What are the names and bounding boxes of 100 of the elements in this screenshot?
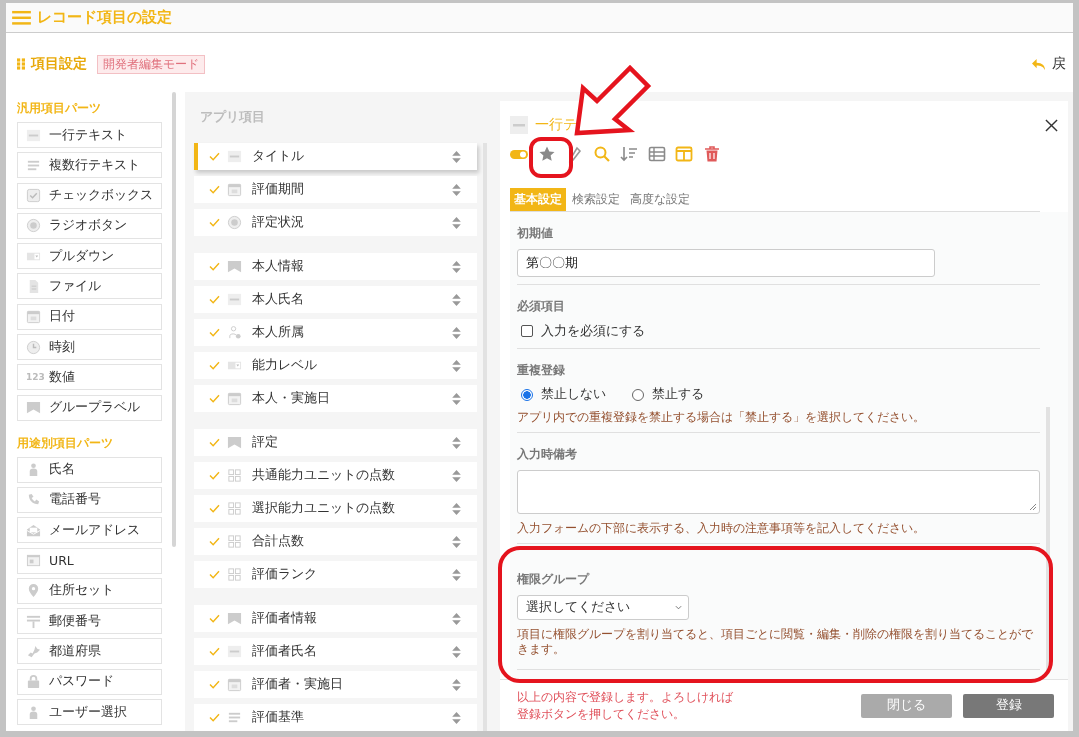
text-area[interactable] — [517, 470, 1040, 514]
sort-icon[interactable] — [620, 145, 638, 163]
check-icon — [209, 471, 220, 480]
field-item[interactable]: タイトル — [194, 143, 477, 170]
text-input[interactable]: 第〇〇期 — [517, 249, 935, 277]
postal-mark-icon — [26, 613, 41, 629]
sort-handle-icon[interactable] — [452, 150, 461, 163]
radio-icon — [227, 215, 242, 230]
bookmark-icon — [227, 435, 242, 450]
palette-item[interactable]: 複数行テキスト — [17, 152, 162, 179]
envelope-icon — [26, 522, 41, 538]
field-name: 能力レベル — [252, 357, 318, 374]
palette-item[interactable]: グループラベル — [17, 394, 162, 421]
palette-item[interactable]: チェックボックス — [17, 182, 162, 209]
sort-handle-icon[interactable] — [452, 293, 461, 306]
sort-handle-icon[interactable] — [452, 392, 461, 405]
tab[interactable]: 高度な設定 — [626, 188, 694, 211]
grip-icon — [17, 58, 25, 70]
back-button[interactable]: 戻 — [1031, 55, 1073, 73]
trash-icon[interactable] — [702, 145, 721, 163]
pin-icon — [26, 583, 41, 599]
field-name: 評定状況 — [252, 214, 305, 231]
field-item[interactable]: 共通能力ユニットの点数 — [194, 462, 477, 489]
scrollbar[interactable] — [1046, 407, 1050, 671]
palette-item[interactable]: URL — [17, 547, 162, 574]
mode-badge: 開発者編集モード — [97, 54, 205, 74]
field-item[interactable]: 評価ランク — [194, 561, 477, 588]
grid-icon — [227, 534, 242, 549]
register-button[interactable]: 登録 — [963, 693, 1054, 718]
field-item[interactable]: 評価者氏名 — [194, 638, 477, 665]
sort-handle-icon[interactable] — [452, 359, 461, 372]
checkbox[interactable] — [521, 325, 533, 337]
lock-icon — [26, 674, 41, 690]
sort-handle-icon[interactable] — [452, 535, 461, 548]
check-icon — [209, 361, 220, 370]
palette-item[interactable]: ラジオボタン — [17, 212, 162, 239]
field-item[interactable]: 本人情報 — [194, 253, 477, 280]
field-item[interactable]: 評価者・実施日 — [194, 671, 477, 698]
checkbox-label: 入力を必須にする — [541, 322, 645, 340]
field-item[interactable]: 評価者情報 — [194, 605, 477, 632]
palette-item[interactable]: メールアドレス — [17, 517, 162, 544]
panel-title: アプリ項目 — [199, 108, 266, 126]
palette-item[interactable]: ファイル — [17, 273, 162, 300]
sort-handle-icon[interactable] — [452, 612, 461, 625]
field-item[interactable]: 合計点数 — [194, 528, 477, 555]
tab[interactable]: 検索設定 — [568, 188, 624, 211]
palette-item[interactable]: 電話番号 — [17, 486, 162, 513]
sort-handle-icon[interactable] — [452, 436, 461, 449]
scrollbar[interactable] — [172, 92, 176, 547]
palette-item[interactable]: 一行テキスト — [17, 122, 162, 148]
sort-handle-icon[interactable] — [452, 469, 461, 482]
radio-button[interactable] — [521, 388, 533, 401]
palette-item[interactable]: 郵便番号 — [17, 608, 162, 635]
palette-item[interactable]: 日付 — [17, 303, 162, 330]
palette-heading: 汎用項目パーツ — [17, 100, 102, 117]
sort-handle-icon[interactable] — [452, 568, 461, 581]
calendar-icon — [227, 677, 242, 692]
sort-handle-icon[interactable] — [452, 502, 461, 515]
check-icon — [209, 328, 220, 337]
sort-handle-icon[interactable] — [452, 711, 461, 724]
palette-item[interactable]: 都道府県 — [17, 638, 162, 665]
sort-handle-icon[interactable] — [452, 183, 461, 196]
columns-icon[interactable] — [675, 145, 693, 163]
sort-handle-icon[interactable] — [452, 645, 461, 658]
menu-icon[interactable] — [12, 10, 31, 25]
field-item[interactable]: 本人所属 — [194, 319, 477, 346]
field-item[interactable]: 評定 — [194, 429, 477, 456]
palette-item[interactable]: 時刻 — [17, 334, 162, 361]
check-icon — [209, 438, 220, 447]
select-dropdown[interactable]: 選択してください — [517, 595, 689, 620]
dash-icon — [227, 644, 242, 659]
palette-item[interactable]: 住所セット — [17, 577, 162, 604]
list-icon[interactable] — [647, 145, 666, 163]
sort-handle-icon[interactable] — [452, 260, 461, 273]
sort-handle-icon[interactable] — [452, 326, 461, 339]
field-item[interactable]: 本人氏名 — [194, 286, 477, 313]
radio-button[interactable] — [632, 388, 644, 401]
sort-handle-icon[interactable] — [452, 678, 461, 691]
close-icon[interactable] — [1045, 118, 1058, 132]
palette-item[interactable]: パスワード — [17, 668, 162, 695]
field-name: 本人・実施日 — [252, 390, 331, 407]
field-item[interactable]: 評価期間 — [194, 176, 477, 203]
field-item[interactable]: 選択能力ユニットの点数 — [194, 495, 477, 522]
field-item[interactable]: 評価基準 — [194, 704, 477, 731]
resize-grip-icon[interactable] — [1029, 503, 1037, 511]
field-item[interactable]: 評定状況 — [194, 209, 477, 236]
check-icon — [209, 295, 220, 304]
check-icon — [209, 504, 220, 513]
check-icon — [209, 680, 220, 689]
field-name: 本人情報 — [252, 258, 305, 275]
sort-handle-icon[interactable] — [452, 216, 461, 229]
field-item[interactable]: 本人・実施日 — [194, 385, 477, 412]
star-icon[interactable] — [537, 145, 556, 163]
palette-item[interactable]: ユーザー選択 — [17, 699, 162, 726]
palette-item[interactable]: 氏名 — [17, 456, 162, 483]
field-item[interactable]: 能力レベル — [194, 352, 477, 379]
palette-item[interactable]: プルダウン — [17, 243, 162, 270]
palette-item[interactable]: 123 数値 — [17, 364, 162, 391]
search-icon[interactable] — [592, 145, 611, 163]
check-icon — [209, 394, 220, 403]
